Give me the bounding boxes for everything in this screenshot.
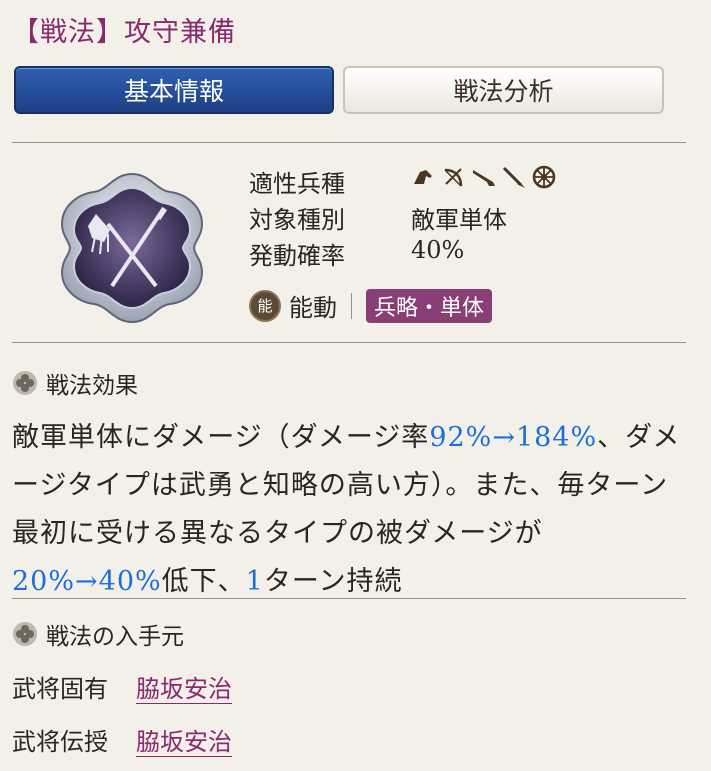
source-row: 武将固有 脇坂安治 <box>12 669 232 704</box>
troop-type-label: 適性兵種 <box>249 170 345 198</box>
skill-title: 【戦法】攻守兼備 <box>12 17 236 48</box>
general-link[interactable]: 脇坂安治 <box>136 669 232 704</box>
effect-text-segment: 1 <box>245 566 264 597</box>
divider <box>12 142 686 143</box>
effect-text: 敵軍単体にダメージ（ダメージ率92%→184%、ダメージタイプは武勇と知略の高い… <box>12 414 684 606</box>
effect-text-segment: 敵軍単体にダメージ（ダメージ率 <box>12 422 430 453</box>
diamond-flower-icon <box>13 622 37 646</box>
active-badge-icon: 能 <box>249 289 281 322</box>
effect-text-segment: 低下、 <box>161 566 246 597</box>
spear-icon <box>501 164 527 190</box>
bow-icon <box>441 164 467 190</box>
cavalry-icon <box>411 164 437 190</box>
skill-kind: 能動 <box>289 294 337 322</box>
effect-heading: 戦法効果 <box>12 366 138 400</box>
source-label: 武将伝授 <box>12 728 108 756</box>
diamond-flower-icon <box>13 371 37 395</box>
source-label: 武将固有 <box>12 675 108 703</box>
effect-text-segment: ターン持続 <box>263 566 403 597</box>
source-heading: 戦法の入手元 <box>12 617 184 651</box>
source-heading-label: 戦法の入手元 <box>46 624 184 650</box>
general-link[interactable]: 脇坂安治 <box>136 722 232 757</box>
wheel-icon <box>531 164 557 190</box>
skill-type-line: 能 能動 兵略・単体 <box>249 288 493 323</box>
divider <box>351 292 352 319</box>
tab-basic-info[interactable]: 基本情報 <box>14 66 334 114</box>
target-type-value: 敵軍単体 <box>411 206 507 234</box>
effect-text-segment: 20%→40% <box>12 566 162 597</box>
activation-rate-value: 40% <box>411 236 465 264</box>
skill-icon <box>60 172 204 324</box>
skill-tag: 兵略・単体 <box>366 288 493 323</box>
effect-text-segment: 92%→184% <box>429 422 598 453</box>
troop-icons <box>411 164 557 190</box>
source-row: 武将伝授 脇坂安治 <box>12 722 232 757</box>
tab-bar: 基本情報 戦法分析 <box>14 66 664 116</box>
tab-skill-analysis[interactable]: 戦法分析 <box>343 66 664 114</box>
effect-heading-label: 戦法効果 <box>46 373 138 399</box>
target-type-label: 対象種別 <box>249 206 345 234</box>
gun-icon <box>471 164 497 190</box>
activation-rate-label: 発動確率 <box>249 242 345 270</box>
divider <box>12 598 686 599</box>
divider <box>12 342 686 343</box>
